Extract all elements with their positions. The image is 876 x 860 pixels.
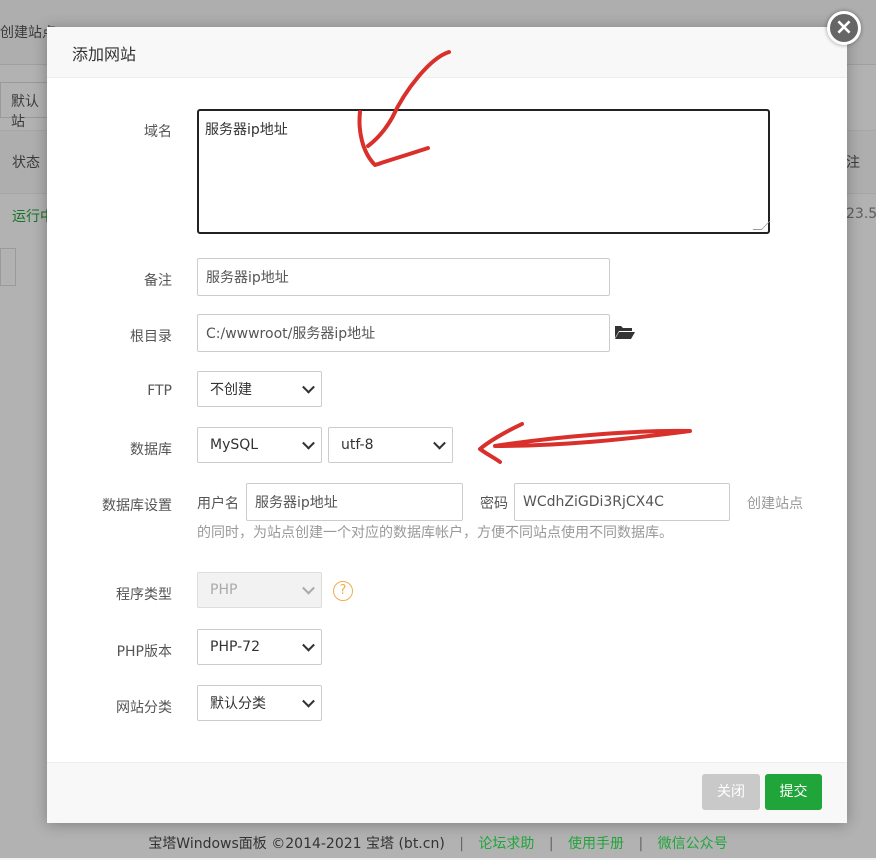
db-settings-label: 数据库设置 [102,498,172,514]
root-label: 根目录 [130,329,172,345]
php-version-value: PHP-72 [210,639,260,655]
question-circle-icon[interactable]: ? [333,581,353,601]
footer-sep: | [548,836,554,852]
note-input[interactable]: 服务器ip地址 [197,258,610,296]
chevron-down-icon [302,380,315,394]
database-label: 数据库 [130,442,172,458]
dialog-header: 添加网站 [47,27,847,78]
footer-link-wechat[interactable]: 微信公众号 [658,836,728,852]
root-input-value: C:/wwwroot/服务器ip地址 [206,326,376,342]
domain-textarea[interactable]: 服务器ip地址 [197,109,771,234]
site-category-label: 网站分类 [116,700,172,716]
submit-button[interactable]: 提交 [765,774,822,810]
program-type-value: PHP [210,582,238,598]
chevron-down-icon [302,694,315,708]
chevron-down-icon [302,581,315,595]
ftp-label: FTP [147,383,172,399]
note-label: 备注 [144,273,172,289]
db-user-value: 服务器ip地址 [255,495,338,511]
database-charset-value: utf-8 [341,437,374,453]
domain-label: 域名 [144,124,172,140]
program-type-select: PHP [197,572,322,608]
db-user-input[interactable]: 服务器ip地址 [246,483,463,521]
ftp-select[interactable]: 不创建 [197,371,322,407]
close-icon[interactable]: × [827,11,861,45]
footer-sep: | [459,836,464,852]
dialog-footer: 关闭 提交 [47,762,847,823]
dialog-title: 添加网站 [72,45,137,64]
folder-open-icon[interactable] [614,324,636,344]
db-password-input[interactable]: WCdhZiGDi3RjCX4C [514,483,730,521]
note-input-value: 服务器ip地址 [206,270,289,286]
domain-textarea-value: 服务器ip地址 [205,122,288,138]
close-button[interactable]: 关闭 [702,774,760,810]
database-type-select[interactable]: MySQL [197,427,322,463]
db-hint-start: 创建站点 [747,496,803,512]
root-input[interactable]: C:/wwwroot/服务器ip地址 [197,314,610,352]
chevron-down-icon [302,436,315,450]
program-type-label: 程序类型 [116,587,172,603]
ftp-select-value: 不创建 [210,382,252,398]
footer-link-forum[interactable]: 论坛求助 [478,836,534,852]
db-hint-rest: 的同时，为站点创建一个对应的数据库帐户，方便不同站点使用不同数据库。 [197,525,673,541]
db-user-label: 用户名 [197,496,239,512]
page-footer: 宝塔Windows面板 ©2014-2021 宝塔 (bt.cn) | 论坛求助… [0,828,876,858]
add-site-dialog: 添加网站 域名 服务器ip地址 备注 服务器ip地址 根目录 C:/wwwroo… [47,27,847,823]
database-type-value: MySQL [210,437,259,453]
db-password-value: WCdhZiGDi3RjCX4C [523,494,664,510]
chevron-down-icon [302,638,315,652]
resize-grip-icon[interactable] [752,221,771,230]
chevron-down-icon [433,436,446,450]
footer-link-manual[interactable]: 使用手册 [568,836,624,852]
site-category-select[interactable]: 默认分类 [197,685,322,721]
db-password-label: 密码 [480,496,508,512]
footer-sep: | [638,836,644,852]
site-category-value: 默认分类 [210,696,266,712]
php-version-select[interactable]: PHP-72 [197,629,322,665]
database-charset-select[interactable]: utf-8 [328,427,453,463]
footer-text: 宝塔Windows面板 ©2014-2021 宝塔 (bt.cn) [148,836,445,852]
php-version-label: PHP版本 [116,644,172,660]
